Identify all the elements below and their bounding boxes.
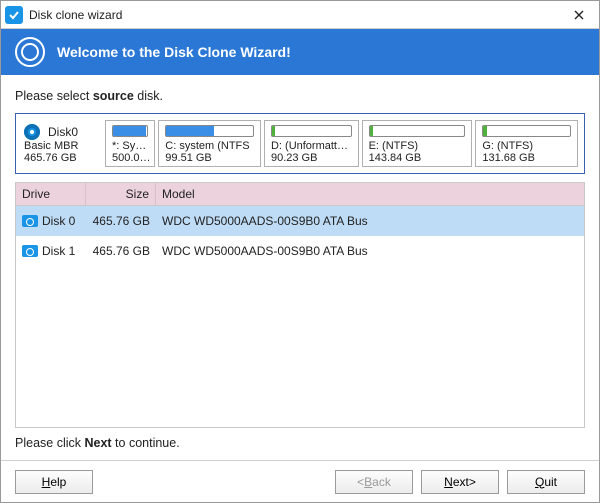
disk-size: 465.76 GB <box>24 152 77 164</box>
content-area: Please select source disk. Disk0 Basic M… <box>1 75 599 460</box>
partition-size: 90.23 GB <box>271 152 352 164</box>
hint-pre: Please click <box>15 436 84 450</box>
close-icon <box>573 9 585 21</box>
app-icon <box>5 6 23 24</box>
partition-name: G: (NTFS) <box>482 140 571 152</box>
partition-usage-fill <box>483 126 486 136</box>
disk-name: Disk0 <box>48 125 78 139</box>
disk-summary: Disk0 Basic MBR 465.76 GB <box>22 120 102 167</box>
partition-name: D: (Unformatt… <box>271 140 352 152</box>
window-title: Disk clone wizard <box>29 8 122 22</box>
partition-usage-bar <box>165 125 254 137</box>
disk-row-icon <box>22 215 38 227</box>
cell-model: WDC WD5000AADS-00S9B0 ATA Bus <box>156 240 584 262</box>
partition-name: *: Sys… <box>112 140 148 152</box>
partition-usage-bar <box>271 125 352 137</box>
help-button[interactable]: Help <box>15 470 93 494</box>
table-body: Disk 0 465.76 GBWDC WD5000AADS-00S9B0 ATA… <box>16 206 584 427</box>
close-button[interactable] <box>559 1 599 29</box>
table-row[interactable]: Disk 0 465.76 GBWDC WD5000AADS-00S9B0 ATA… <box>16 206 584 236</box>
cell-size: 465.76 GB <box>86 210 156 232</box>
hint-text: Please click Next to continue. <box>15 436 585 450</box>
banner-title: Welcome to the Disk Clone Wizard! <box>57 44 291 60</box>
partition[interactable]: *: Sys…500.0… <box>105 120 155 167</box>
col-size: Size <box>86 183 156 205</box>
partition[interactable]: G: (NTFS)131.68 GB <box>475 120 578 167</box>
instruction-pre: Please select <box>15 89 93 103</box>
partition-size: 500.0… <box>112 152 148 164</box>
partition-size: 143.84 GB <box>369 152 466 164</box>
table-header: Drive Size Model <box>16 183 584 206</box>
instruction-bold: source <box>93 89 134 103</box>
partition-size: 131.68 GB <box>482 152 571 164</box>
quit-button[interactable]: Quit <box>507 470 585 494</box>
partition-usage-bar <box>482 125 571 137</box>
partition[interactable]: E: (NTFS)143.84 GB <box>362 120 473 167</box>
disk-table: Drive Size Model Disk 0 465.76 GBWDC WD50… <box>15 182 585 428</box>
disk-row-icon <box>22 245 38 257</box>
partition-usage-bar <box>112 125 148 137</box>
wizard-window: Disk clone wizard Welcome to the Disk Cl… <box>0 0 600 503</box>
disk-clone-icon <box>15 37 45 67</box>
partition-size: 99.51 GB <box>165 152 254 164</box>
instruction-post: disk. <box>134 89 163 103</box>
partition-usage-fill <box>272 126 275 136</box>
next-button[interactable]: Next> <box>421 470 499 494</box>
partition[interactable]: D: (Unformatt…90.23 GB <box>264 120 359 167</box>
col-model: Model <box>156 183 584 205</box>
footer: Help <Back Next> Quit <box>1 460 599 502</box>
hint-bold: Next <box>84 436 111 450</box>
col-drive: Drive <box>16 183 86 205</box>
partition-usage-fill <box>113 126 146 136</box>
table-row[interactable]: Disk 1 465.76 GBWDC WD5000AADS-00S9B0 ATA… <box>16 236 584 266</box>
back-button[interactable]: <Back <box>335 470 413 494</box>
partitions-row: *: Sys…500.0…C: system (NTFS99.51 GBD: (… <box>105 120 578 167</box>
hint-post: to continue. <box>112 436 180 450</box>
partition-usage-bar <box>369 125 466 137</box>
partition-name: E: (NTFS) <box>369 140 466 152</box>
cell-drive: Disk 0 <box>42 214 75 228</box>
instruction-text: Please select source disk. <box>15 89 585 103</box>
disk-layout: Disk0 Basic MBR 465.76 GB *: Sys…500.0…C… <box>15 113 585 174</box>
partition-usage-fill <box>370 126 374 136</box>
disk-type: Basic MBR <box>24 140 78 152</box>
titlebar: Disk clone wizard <box>1 1 599 29</box>
partition-usage-fill <box>166 126 214 136</box>
cell-size: 465.76 GB <box>86 240 156 262</box>
partition-name: C: system (NTFS <box>165 140 254 152</box>
banner: Welcome to the Disk Clone Wizard! <box>1 29 599 75</box>
partition[interactable]: C: system (NTFS99.51 GB <box>158 120 261 167</box>
cell-drive: Disk 1 <box>42 244 75 258</box>
disk-icon <box>24 124 44 140</box>
cell-model: WDC WD5000AADS-00S9B0 ATA Bus <box>156 210 584 232</box>
